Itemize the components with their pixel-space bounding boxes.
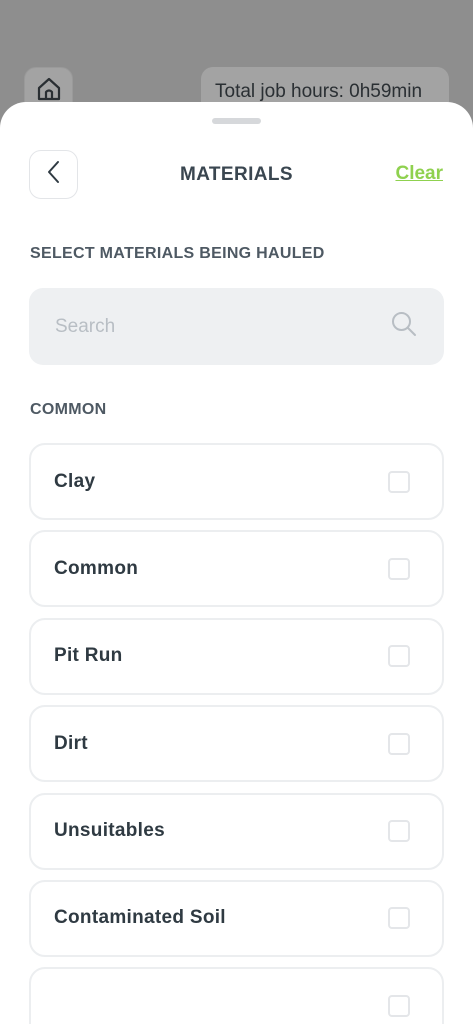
search-field[interactable]: [29, 288, 444, 365]
job-hours-text: Total job hours: 0h59min: [215, 80, 423, 102]
checkbox[interactable]: [388, 470, 410, 493]
select-materials-heading: SELECT MATERIALS BEING HAULED: [30, 245, 325, 262]
checkbox[interactable]: [388, 907, 410, 930]
list-item[interactable]: [29, 967, 444, 1024]
common-group-heading: COMMON: [30, 401, 107, 418]
list-item[interactable]: Pit Run: [29, 617, 444, 695]
checkbox[interactable]: [388, 557, 410, 580]
list-item-label: Pit Run: [54, 645, 123, 667]
list-item[interactable]: Unsuitables: [29, 792, 444, 870]
list-item-label: Contaminated Soil: [54, 907, 226, 929]
materials-list: Clay Common Pit Run Dirt Unsuitables Con…: [29, 443, 444, 1024]
search-input[interactable]: [55, 315, 390, 338]
list-item-label: Unsuitables: [54, 820, 165, 842]
checkbox[interactable]: [388, 645, 410, 668]
search-icon[interactable]: [390, 310, 418, 343]
checkbox[interactable]: [388, 994, 410, 1017]
checkbox[interactable]: [388, 820, 410, 843]
sheet-grabber-handle[interactable]: [212, 118, 261, 124]
list-item-label: Common: [54, 557, 139, 579]
list-item[interactable]: Dirt: [29, 705, 444, 783]
checkbox[interactable]: [388, 732, 410, 755]
list-item[interactable]: Common: [29, 530, 444, 608]
list-item-label: Clay: [54, 470, 96, 492]
list-item[interactable]: Contaminated Soil: [29, 879, 444, 957]
list-item[interactable]: Clay: [29, 443, 444, 520]
materials-sheet: MATERIALS Clear SELECT MATERIALS BEING H…: [0, 102, 473, 1024]
clear-button[interactable]: Clear: [395, 163, 443, 185]
list-item-label: Dirt: [54, 732, 88, 754]
